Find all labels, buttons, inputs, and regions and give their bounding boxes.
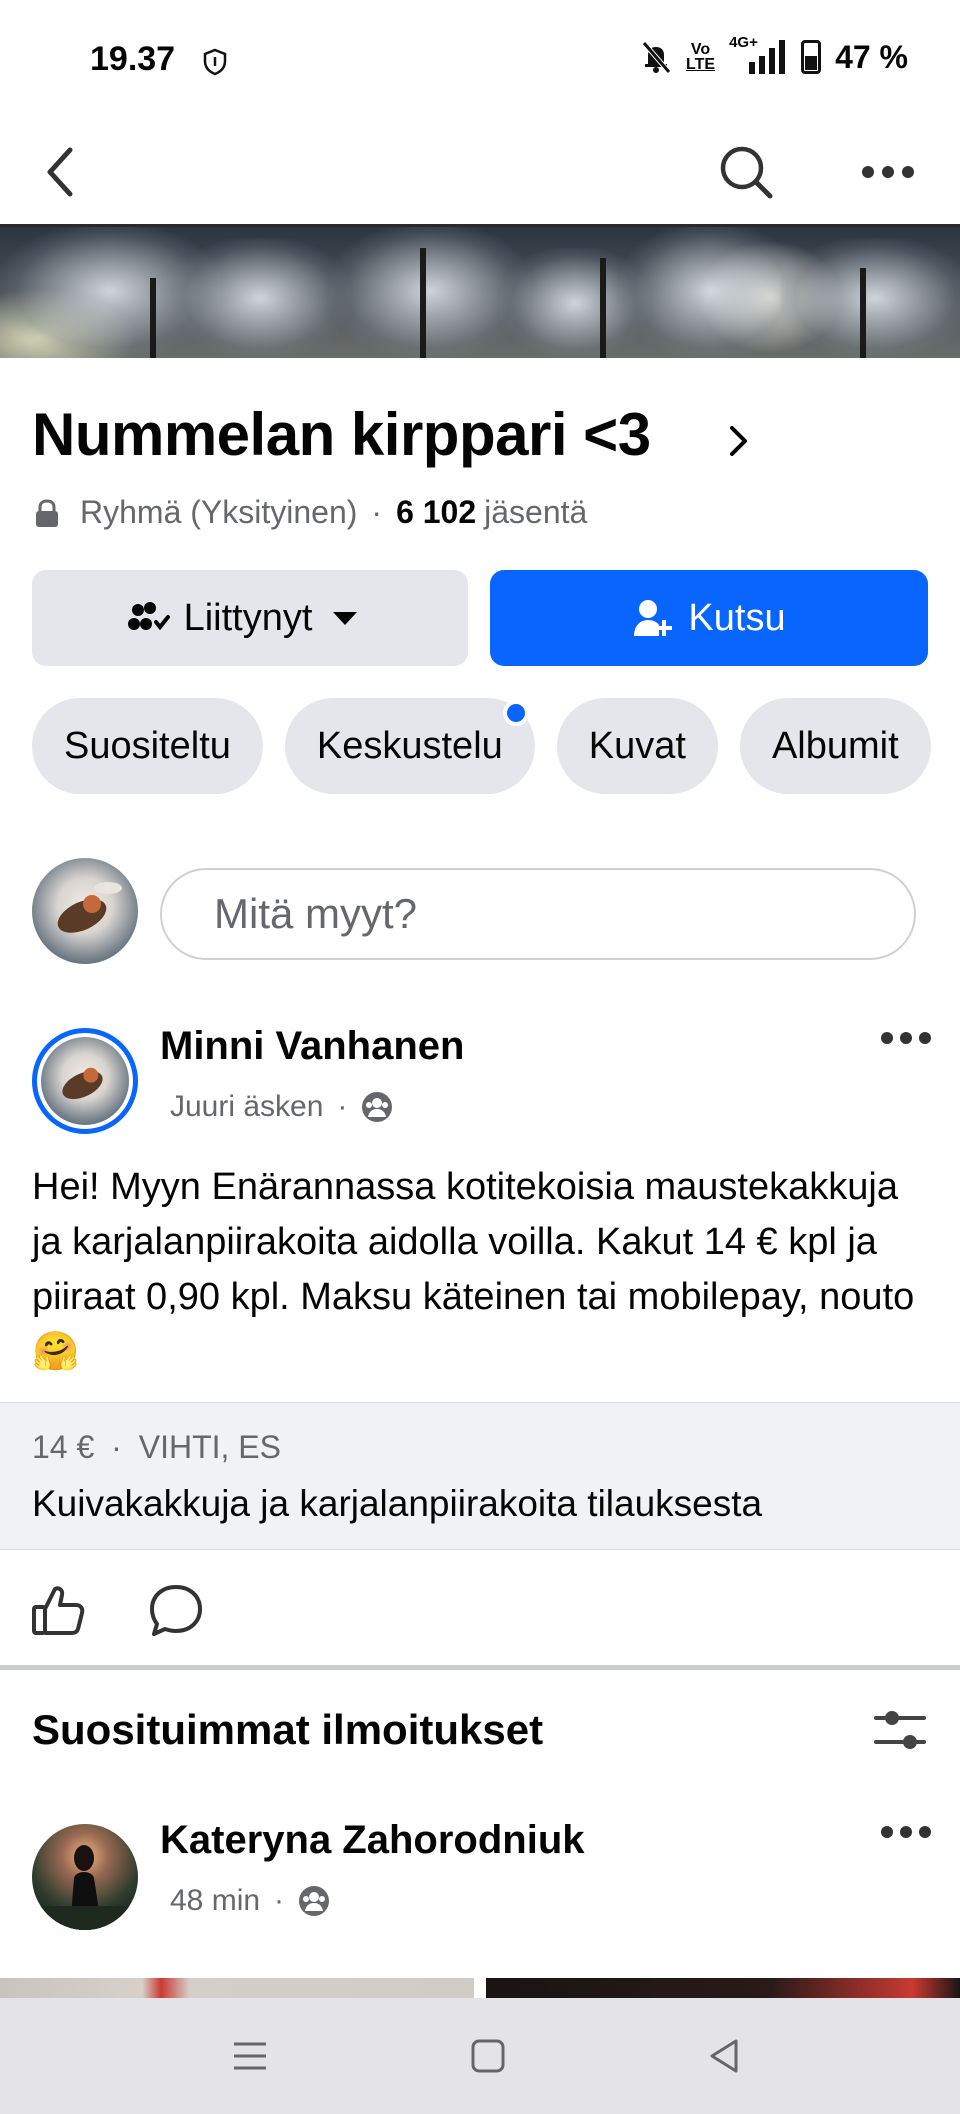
post-timestamp-row: Juuri äsken · xyxy=(170,1090,393,1124)
post-author-name[interactable]: Kateryna Zahorodniuk xyxy=(160,1818,585,1863)
user-avatar[interactable] xyxy=(32,858,138,964)
listing-price: 14 € xyxy=(32,1429,95,1465)
post-text: Hei! Myyn Enärannassa kotitekoisia maust… xyxy=(32,1166,915,1318)
member-count[interactable]: 6 102 xyxy=(396,494,476,531)
joined-button[interactable]: Liittynyt xyxy=(32,570,468,666)
recent-apps-button[interactable] xyxy=(222,2030,278,2082)
status-icons: Vo LTE 4G+ 47 % xyxy=(640,34,908,76)
listing-separator: · xyxy=(111,1429,122,1465)
post-time[interactable]: Juuri äsken xyxy=(170,1090,323,1124)
listing-meta: 14 € · VIHTI, ES xyxy=(32,1429,281,1466)
listing-title: Kuivakakkuja ja karjalanpiirakoita tilau… xyxy=(32,1483,763,1524)
home-button[interactable] xyxy=(460,2030,516,2082)
caret-down-icon xyxy=(333,612,358,625)
post-time[interactable]: 48 min xyxy=(170,1884,260,1918)
post-author-name[interactable]: Minni Vanhanen xyxy=(160,1024,464,1069)
more-horizontal-icon xyxy=(881,1826,931,1838)
cover-photo[interactable] xyxy=(0,224,960,358)
notification-dot xyxy=(502,700,529,726)
time-separator: · xyxy=(337,1090,348,1123)
post-author-avatar[interactable] xyxy=(32,1028,138,1134)
meta-separator: · xyxy=(371,494,383,530)
shield-icon xyxy=(203,48,227,76)
time-separator: · xyxy=(274,1884,285,1917)
tab-albumit[interactable]: Albumit xyxy=(739,698,931,794)
system-back-button[interactable] xyxy=(696,2030,752,2082)
group-audience-icon xyxy=(299,1886,330,1916)
more-horizontal-icon xyxy=(881,1032,931,1044)
invite-button[interactable]: Kutsu xyxy=(490,570,928,666)
post-more-button[interactable] xyxy=(880,1030,932,1051)
group-tabs: Suositeltu Keskustelu Kuvat Albumit xyxy=(32,698,931,794)
sell-composer-input[interactable]: Mitä myyt? xyxy=(160,868,916,960)
chevron-left-icon xyxy=(47,147,73,197)
post-body: Hei! Myyn Enärannassa kotitekoisia maust… xyxy=(32,1160,932,1380)
back-button[interactable] xyxy=(26,136,98,208)
tab-suositeltu[interactable]: Suositeltu xyxy=(32,698,263,794)
bell-muted-icon xyxy=(642,41,671,74)
joined-label: Liittynyt xyxy=(183,596,313,639)
lock-icon xyxy=(36,498,58,527)
system-navigation-bar xyxy=(0,1998,960,2114)
post-actions xyxy=(0,1550,960,1670)
group-members-icon xyxy=(127,602,170,631)
volte-indicator: Vo LTE xyxy=(686,41,716,73)
post-author-avatar[interactable] xyxy=(32,1824,138,1930)
comment-icon xyxy=(150,1585,202,1636)
triangle-back-icon xyxy=(710,2039,738,2073)
tab-kuvat[interactable]: Kuvat xyxy=(556,698,718,794)
like-button[interactable] xyxy=(26,1578,90,1642)
listing-location: VIHTI, ES xyxy=(138,1429,281,1465)
battery-icon xyxy=(801,40,822,74)
more-horizontal-icon xyxy=(862,166,914,178)
filter-button[interactable] xyxy=(872,1704,928,1761)
group-meta: Ryhmä (Yksityinen) · 6 102 jäsentä xyxy=(32,494,587,531)
sliders-icon xyxy=(874,1711,926,1749)
add-person-icon xyxy=(634,600,673,636)
signal-icon: 4G+ xyxy=(729,34,787,76)
status-bar: 19.37 Vo LTE 4G+ 47 % xyxy=(0,0,960,120)
post-photo[interactable] xyxy=(486,1978,960,1998)
thumbs-up-icon xyxy=(32,1586,85,1635)
search-button[interactable] xyxy=(710,136,782,208)
invite-label: Kutsu xyxy=(688,596,786,639)
marketplace-listing[interactable]: 14 € · VIHTI, ES Kuivakakkuja ja karjala… xyxy=(0,1402,960,1550)
group-audience-icon xyxy=(362,1092,393,1122)
top-navigation xyxy=(0,120,960,224)
post-photos[interactable] xyxy=(0,1978,960,1998)
more-options-button[interactable] xyxy=(852,136,924,208)
section-title: Suosituimmat ilmoitukset xyxy=(32,1706,544,1753)
post-timestamp-row: 48 min · xyxy=(170,1884,330,1918)
status-time: 19.37 xyxy=(90,40,176,78)
group-privacy: Ryhmä (Yksityinen) xyxy=(80,494,358,530)
group-title[interactable]: Nummelan kirppari <3 xyxy=(32,400,651,469)
comment-button[interactable] xyxy=(144,1578,208,1642)
tab-keskustelu[interactable]: Keskustelu xyxy=(284,698,535,794)
chevron-right-icon[interactable] xyxy=(728,424,750,458)
menu-icon xyxy=(234,2042,266,2070)
post-photo[interactable] xyxy=(0,1978,474,1998)
hugging-face-emoji: 🤗 xyxy=(32,1331,80,1373)
member-label[interactable]: jäsentä xyxy=(484,494,587,531)
search-icon xyxy=(720,146,773,199)
battery-percent: 47 % xyxy=(835,38,908,75)
post-more-button[interactable] xyxy=(880,1824,932,1845)
square-icon xyxy=(471,2039,505,2073)
